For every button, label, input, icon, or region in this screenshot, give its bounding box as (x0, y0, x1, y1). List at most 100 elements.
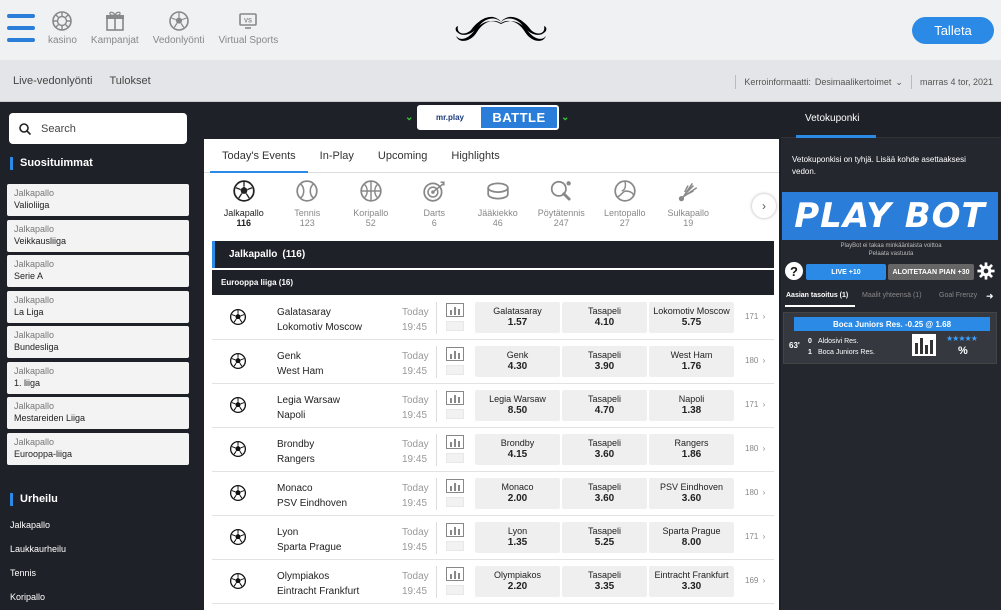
nav-item-virtual-sports[interactable]: VS Virtual Sports (218, 10, 278, 46)
stats-icon[interactable] (446, 303, 464, 331)
odds-button[interactable]: Lokomotiv Moscow 5.75 (649, 302, 734, 333)
more-markets-link[interactable]: 180 › (745, 356, 765, 365)
stats-icon[interactable] (446, 391, 464, 419)
sidebar-sport-item[interactable]: Koripallo (10, 590, 66, 610)
chevron-down-icon: ⌄ (405, 112, 414, 123)
match-kickoff: 19:45 (402, 542, 428, 553)
search-input[interactable]: Search (9, 113, 187, 144)
odds-button[interactable]: Lyon 1.35 (475, 522, 560, 553)
favorite-sport: Jalkapallo (14, 188, 55, 198)
odds-button[interactable]: Sparta Prague 8.00 (649, 522, 734, 553)
sidebar-sport-item[interactable]: Jalkapallo (10, 518, 66, 542)
odds-button[interactable]: Tasapeli 3.90 (562, 346, 647, 377)
stats-icon[interactable] (446, 347, 464, 375)
nav-item-kampanjat[interactable]: Kampanjat (91, 10, 139, 46)
sidebar-sport-item[interactable]: Laukkaurheilu (10, 542, 66, 566)
odds-button[interactable]: Genk 4.30 (475, 346, 560, 377)
more-markets-link[interactable]: 180 › (745, 444, 765, 453)
odds-button[interactable]: Tasapeli 4.10 (562, 302, 647, 333)
odds-value: 4.10 (594, 317, 615, 328)
betslip-tab[interactable]: Vetokuponki (805, 113, 860, 124)
odds-button[interactable]: Monaco 2.00 (475, 478, 560, 509)
odds-button[interactable]: Legia Warsaw 8.50 (475, 390, 560, 421)
odds-value: 3.60 (594, 493, 615, 504)
tab-today-s-events[interactable]: Today's Events (210, 139, 308, 173)
playbot-soon-button[interactable]: ALOITETAAN PIAN +30 (888, 264, 974, 280)
sport-filter-jalkapallo[interactable]: Jalkapallo 116 (212, 179, 276, 237)
sport-filter-koripallo[interactable]: Koripallo 52 (339, 179, 403, 237)
sport-filter-name: Jääkiekko (477, 208, 518, 218)
help-icon[interactable]: ? (785, 262, 803, 280)
mustache-logo[interactable] (455, 14, 547, 48)
nav-item-vedonlyönti[interactable]: Vedonlyönti (153, 10, 204, 46)
match-row[interactable]: Brondby Rangers Today 19:45 Brondby 4.15… (212, 428, 774, 472)
sidebar-sport-item[interactable]: Tennis (10, 566, 66, 590)
tab-in-play[interactable]: In-Play (308, 139, 366, 173)
odds-button[interactable]: Eintracht Frankfurt 3.30 (649, 566, 734, 597)
match-row[interactable]: Olympiakos Eintracht Frankfurt Today 19:… (212, 560, 774, 604)
stats-icon[interactable] (446, 567, 464, 595)
sport-filter-tennis[interactable]: Tennis 123 (276, 179, 340, 237)
favorite-league-item[interactable]: Jalkapallo Eurooppa-liiga (7, 432, 189, 465)
favorite-league: Serie A (14, 271, 44, 281)
more-markets-link[interactable]: 171 › (745, 532, 765, 541)
playbot-tip-card[interactable]: Boca Juniors Res. -0.25 @ 1.68 63' 0 Aldo… (783, 312, 997, 364)
favorite-league-item[interactable]: Jalkapallo Serie A (7, 255, 189, 287)
deposit-button[interactable]: Talleta (912, 17, 994, 44)
nav-item-kasino[interactable]: kasino (48, 10, 77, 46)
tab-total-goals[interactable]: Maalit yhteensä (1) (862, 292, 922, 299)
results-link[interactable]: Tulokset (110, 75, 151, 87)
odds-button[interactable]: Rangers 1.86 (649, 434, 734, 465)
match-row[interactable]: Legia Warsaw Napoli Today 19:45 Legia Wa… (212, 384, 774, 428)
odds-button[interactable]: PSV Eindhoven 3.60 (649, 478, 734, 509)
odds-label: Genk (506, 350, 529, 360)
tab-asian-handicap[interactable]: Aasian tasoitus (1) (786, 292, 848, 299)
stats-icon[interactable] (446, 479, 464, 507)
match-row[interactable]: Galatasaray Lokomotiv Moscow Today 19:45… (212, 296, 774, 340)
odds-button[interactable]: Tasapeli 3.60 (562, 478, 647, 509)
arrow-right-icon[interactable]: ➜ (986, 291, 994, 302)
odds-button[interactable]: Olympiakos 2.20 (475, 566, 560, 597)
odds-button[interactable]: Tasapeli 4.70 (562, 390, 647, 421)
tab-upcoming[interactable]: Upcoming (366, 139, 440, 173)
favorite-league-item[interactable]: Jalkapallo Mestareiden Liiga (7, 397, 189, 429)
stats-icon[interactable] (446, 435, 464, 463)
sport-filter-darts[interactable]: Darts 6 (403, 179, 467, 237)
sport-filter-jääkiekko[interactable]: Jääkiekko 46 (466, 179, 530, 237)
sport-filter-lentopallo[interactable]: Lentopallo 27 (593, 179, 657, 237)
odds-button[interactable]: West Ham 1.76 (649, 346, 734, 377)
favorite-league-item[interactable]: Jalkapallo 1. liiga (7, 361, 189, 394)
match-row[interactable]: Monaco PSV Eindhoven Today 19:45 Monaco … (212, 472, 774, 516)
sport-filter-sulkapallo[interactable]: Sulkapallo 19 (657, 179, 721, 237)
favorite-league-item[interactable]: Jalkapallo Bundesliga (7, 326, 189, 358)
odds-button[interactable]: Tasapeli 5.25 (562, 522, 647, 553)
match-row[interactable]: Lyon Sparta Prague Today 19:45 Lyon 1.35… (212, 516, 774, 560)
stats-icon[interactable] (446, 523, 464, 551)
sport-filter-pöytätennis[interactable]: Pöytätennis 247 (530, 179, 594, 237)
tab-goal-frenzy[interactable]: Goal Frenzy (939, 292, 977, 299)
away-team: Lokomotiv Moscow (277, 322, 363, 333)
odds-button[interactable]: Napoli 1.38 (649, 390, 734, 421)
odds-format-dropdown[interactable]: Desimaalikertoimet ⌄ (811, 77, 903, 88)
more-markets-count: 180 (745, 488, 759, 497)
menu-icon[interactable] (7, 12, 35, 44)
more-markets-link[interactable]: 169 › (745, 576, 765, 585)
favorite-league-item[interactable]: Jalkapallo La Liga (7, 290, 189, 323)
live-betting-link[interactable]: Live-vedonlyönti (13, 75, 93, 87)
playbot-live-button[interactable]: LIVE +10 (806, 264, 886, 280)
favorite-league-item[interactable]: Jalkapallo Veikkausliiga (7, 219, 189, 252)
gear-icon[interactable] (977, 262, 995, 280)
match-row[interactable]: Genk West Ham Today 19:45 Genk 4.30 Tasa… (212, 340, 774, 384)
odds-button[interactable]: Galatasaray 1.57 (475, 302, 560, 333)
battle-banner[interactable]: ⌄ mr.play BATTLE ⌄ (405, 104, 571, 132)
more-markets-link[interactable]: 171 › (745, 312, 765, 321)
odds-button[interactable]: Tasapeli 3.35 (562, 566, 647, 597)
odds-button[interactable]: Tasapeli 3.60 (562, 434, 647, 465)
odds-button[interactable]: Brondby 4.15 (475, 434, 560, 465)
chevron-right-icon[interactable]: › (752, 194, 776, 218)
more-markets-link[interactable]: 171 › (745, 400, 765, 409)
mrplay-logo: mr.play (419, 107, 481, 128)
tab-highlights[interactable]: Highlights (439, 139, 511, 173)
favorite-league-item[interactable]: Jalkapallo Valioliiga (7, 184, 189, 216)
more-markets-link[interactable]: 180 › (745, 488, 765, 497)
